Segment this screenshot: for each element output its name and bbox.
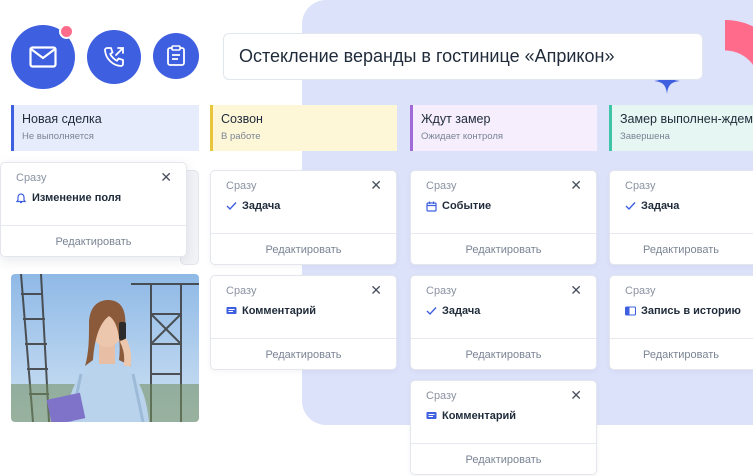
edit-button[interactable]: Редактировать	[610, 339, 752, 371]
card-action: Событие	[426, 200, 491, 212]
check-icon	[226, 201, 238, 211]
card-action: Задача	[426, 305, 480, 317]
edit-button[interactable]: Редактировать	[211, 339, 396, 371]
edit-button[interactable]: Редактировать	[411, 234, 596, 266]
card-action: Задача	[625, 200, 679, 212]
deal-title-field[interactable]: Остекление веранды в гостинице «Априкон»	[223, 33, 703, 80]
card-action-label: Комментарий	[242, 305, 317, 317]
automation-card: Сразу ✕ Событие Редактировать	[410, 170, 597, 265]
automation-card: Сразу ✕ Задача Редактировать	[210, 170, 397, 265]
card-timing: Сразу	[226, 285, 257, 297]
phone-outgoing-icon	[104, 47, 124, 67]
card-action: Задача	[226, 200, 280, 212]
stage-name: Новая сделка	[22, 112, 102, 126]
check-icon	[426, 306, 438, 316]
card-action: Запись в историю	[625, 305, 741, 317]
automation-card: Сразу Задача Редактировать	[609, 170, 753, 265]
stage-status: Завершена	[620, 131, 670, 142]
close-icon[interactable]: ✕	[570, 282, 582, 299]
call-button[interactable]	[87, 30, 141, 84]
bell-icon	[16, 192, 28, 204]
stage-name: Созвон	[221, 112, 263, 126]
clipboard-icon	[167, 45, 185, 66]
comment-icon	[226, 306, 238, 316]
calendar-icon	[426, 201, 438, 212]
stage-waiting-measure[interactable]: Ждут замер Ожидает контроля	[410, 105, 597, 151]
edit-button[interactable]: Редактировать	[610, 234, 752, 266]
stage-status: Не выполняется	[22, 131, 94, 142]
edit-button[interactable]: Редактировать	[211, 234, 396, 266]
automation-card: Сразу ✕ Комментарий Редактировать	[410, 380, 597, 475]
card-action: Изменение поля	[16, 192, 121, 204]
card-action-label: Задача	[641, 200, 680, 212]
card-action: Комментарий	[226, 305, 316, 317]
stage-status: В работе	[221, 131, 261, 142]
card-timing: Сразу	[226, 180, 257, 192]
automation-card: Сразу ✕ Изменение поля Редактировать	[0, 162, 187, 257]
envelope-icon	[29, 46, 57, 68]
close-icon[interactable]: ✕	[570, 387, 582, 404]
stage-call[interactable]: Созвон В работе	[210, 105, 397, 151]
comment-icon	[426, 411, 438, 421]
card-timing: Сразу	[625, 285, 656, 297]
history-icon	[625, 306, 637, 316]
close-icon[interactable]: ✕	[160, 169, 172, 186]
card-timing: Сразу	[16, 172, 47, 184]
automation-card: Сразу Запись в историю Редактировать	[609, 275, 753, 370]
edit-button[interactable]: Редактировать	[1, 226, 186, 258]
deal-title: Остекление веранды в гостинице «Априкон»	[239, 46, 615, 66]
card-timing: Сразу	[426, 180, 457, 192]
close-icon[interactable]: ✕	[370, 177, 382, 194]
stage-name: Замер выполнен-ждем	[620, 112, 753, 126]
close-icon[interactable]: ✕	[570, 177, 582, 194]
card-timing: Сразу	[426, 390, 457, 402]
automation-card: Сразу ✕ Комментарий Редактировать	[210, 275, 397, 370]
check-icon	[625, 201, 637, 211]
stage-new-deal[interactable]: Новая сделка Не выполняется	[11, 105, 199, 151]
card-action-label: Изменение поля	[32, 192, 122, 204]
automation-card: Сразу ✕ Задача Редактировать	[410, 275, 597, 370]
notification-dot	[59, 24, 74, 39]
edit-button[interactable]: Редактировать	[411, 339, 596, 371]
card-action-label: Комментарий	[442, 410, 517, 422]
card-action-label: Задача	[442, 305, 481, 317]
close-icon[interactable]: ✕	[370, 282, 382, 299]
task-button[interactable]	[153, 33, 199, 79]
card-timing: Сразу	[426, 285, 457, 297]
edit-button[interactable]: Редактировать	[411, 444, 596, 476]
card-action: Комментарий	[426, 410, 516, 422]
card-action-label: Задача	[242, 200, 281, 212]
card-action-label: Запись в историю	[641, 305, 741, 317]
person-photo	[11, 274, 199, 422]
card-action-label: Событие	[442, 200, 492, 212]
stage-measure-done[interactable]: Замер выполнен-ждем Завершена	[609, 105, 753, 151]
stage-name: Ждут замер	[421, 112, 491, 126]
stage-status: Ожидает контроля	[421, 131, 504, 142]
card-timing: Сразу	[625, 180, 656, 192]
